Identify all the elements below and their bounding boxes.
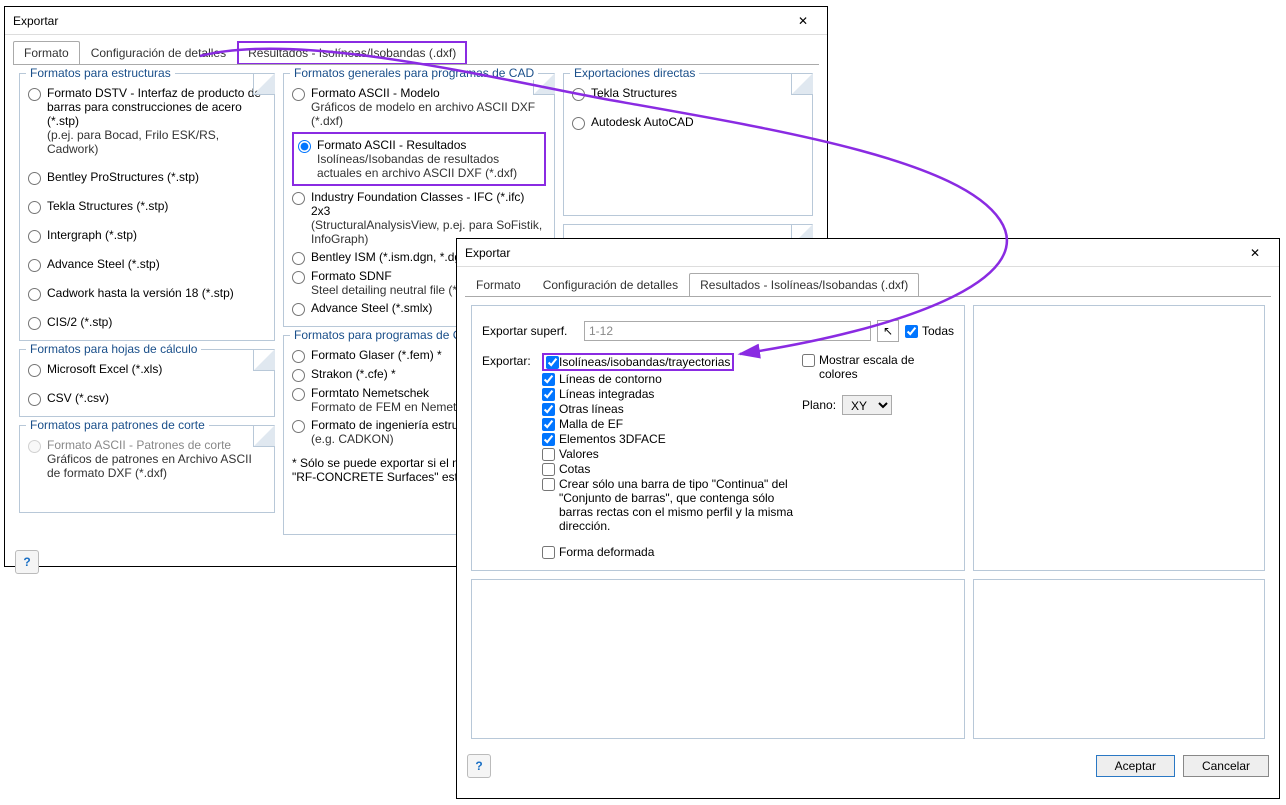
group-estructuras: Formatos para estructuras Formato DSTV -…: [19, 73, 275, 341]
check-option[interactable]: Cotas: [542, 462, 796, 476]
titlebar: Exportar ✕: [457, 239, 1279, 267]
tab-formato[interactable]: Formato: [13, 41, 80, 65]
ok-button[interactable]: Aceptar: [1096, 755, 1175, 777]
radio-option[interactable]: Tekla Structures: [572, 84, 804, 103]
panel-bottom-left: [471, 579, 965, 739]
close-button[interactable]: ✕: [783, 10, 823, 32]
group-hojas: Formatos para hojas de cálculo Microsoft…: [19, 349, 275, 417]
tab-body: Exportar superf. ↖ Todas Exportar: Isolí…: [465, 296, 1271, 747]
check-option[interactable]: Elementos 3DFACE: [542, 432, 796, 446]
close-icon: ✕: [1250, 246, 1260, 260]
radio-option[interactable]: Advance Steel (*.stp): [28, 255, 266, 274]
panel-bottom-right: [973, 579, 1265, 739]
check-option[interactable]: Isolíneas/isobandas/trayectorias: [542, 353, 796, 371]
group-title: Formatos para estructuras: [26, 66, 175, 80]
check-option[interactable]: Crear sólo una barra de tipo "Continua" …: [542, 477, 796, 533]
surf-input[interactable]: [584, 321, 871, 341]
tab-resultados[interactable]: Resultados - Isolíneas/Isobandas (.dxf): [689, 273, 919, 297]
check-option[interactable]: Líneas integradas: [542, 387, 796, 401]
help-button[interactable]: ?: [15, 550, 39, 574]
radio-option[interactable]: Autodesk AutoCAD: [572, 113, 804, 132]
tab-formato[interactable]: Formato: [465, 273, 532, 297]
export-dialog-2: Exportar ✕ Formato Configuración de deta…: [456, 238, 1280, 799]
cancel-button[interactable]: Cancelar: [1183, 755, 1269, 777]
check-option[interactable]: Líneas de contorno: [542, 372, 796, 386]
group-title: Formatos para hojas de cálculo: [26, 342, 201, 356]
scale-check[interactable]: Mostrar escala de colores: [802, 353, 954, 381]
all-check[interactable]: Todas: [905, 324, 954, 338]
radio-option[interactable]: Bentley ProStructures (*.stp): [28, 168, 266, 187]
group-main: Exportar superf. ↖ Todas Exportar: Isolí…: [471, 305, 965, 571]
radio-option[interactable]: Formato ASCII - ResultadosIsolíneas/Isob…: [292, 132, 546, 186]
radio-option[interactable]: Microsoft Excel (*.xls): [28, 360, 266, 379]
titlebar: Exportar ✕: [5, 7, 827, 35]
radio-option[interactable]: Tekla Structures (*.stp): [28, 197, 266, 216]
radio-option[interactable]: CSV (*.csv): [28, 389, 266, 408]
help-button[interactable]: ?: [467, 754, 491, 778]
close-button[interactable]: ✕: [1235, 242, 1275, 264]
cursor-icon: ↖: [883, 324, 893, 338]
plane-label: Plano:: [802, 398, 836, 412]
group-directas: Exportaciones directas Tekla StructuresA…: [563, 73, 813, 216]
radio-option[interactable]: Cadwork hasta la versión 18 (*.stp): [28, 284, 266, 303]
help-icon: ?: [475, 759, 482, 773]
tabstrip: Formato Configuración de detalles Result…: [5, 35, 827, 65]
radio-option[interactable]: CIS/2 (*.stp): [28, 313, 266, 332]
tab-resultados[interactable]: Resultados - Isolíneas/Isobandas (.dxf): [237, 41, 467, 65]
check-option[interactable]: Otras líneas: [542, 402, 796, 416]
surf-label: Exportar superf.: [482, 324, 578, 338]
radio-option: Formato ASCII - Patrones de corteGráfico…: [28, 436, 266, 482]
dialog-title: Exportar: [465, 246, 510, 260]
group-title: Formatos generales para programas de CAD: [290, 66, 538, 80]
check-option[interactable]: Malla de EF: [542, 417, 796, 431]
help-icon: ?: [23, 555, 30, 569]
radio-option[interactable]: Formato DSTV - Interfaz de producto de b…: [28, 84, 266, 158]
group-title: Formatos para patrones de corte: [26, 418, 209, 432]
tab-config[interactable]: Configuración de detalles: [80, 41, 237, 65]
group-side: [973, 305, 1265, 571]
check-option[interactable]: Forma deformada: [542, 545, 796, 559]
close-icon: ✕: [798, 14, 808, 28]
check-option[interactable]: Valores: [542, 447, 796, 461]
radio-option[interactable]: Formato ASCII - ModeloGráficos de modelo…: [292, 84, 546, 130]
radio-option[interactable]: Intergraph (*.stp): [28, 226, 266, 245]
dialog-footer: ? Aceptar Cancelar: [457, 748, 1279, 784]
pick-button[interactable]: ↖: [877, 320, 899, 342]
group-title: Exportaciones directas: [570, 66, 699, 80]
tab-config[interactable]: Configuración de detalles: [532, 273, 689, 297]
dialog-title: Exportar: [13, 14, 58, 28]
export-label: Exportar:: [482, 352, 536, 368]
plane-select[interactable]: XY: [842, 395, 892, 415]
tabstrip: Formato Configuración de detalles Result…: [457, 267, 1279, 297]
group-patrones: Formatos para patrones de corte Formato …: [19, 425, 275, 513]
